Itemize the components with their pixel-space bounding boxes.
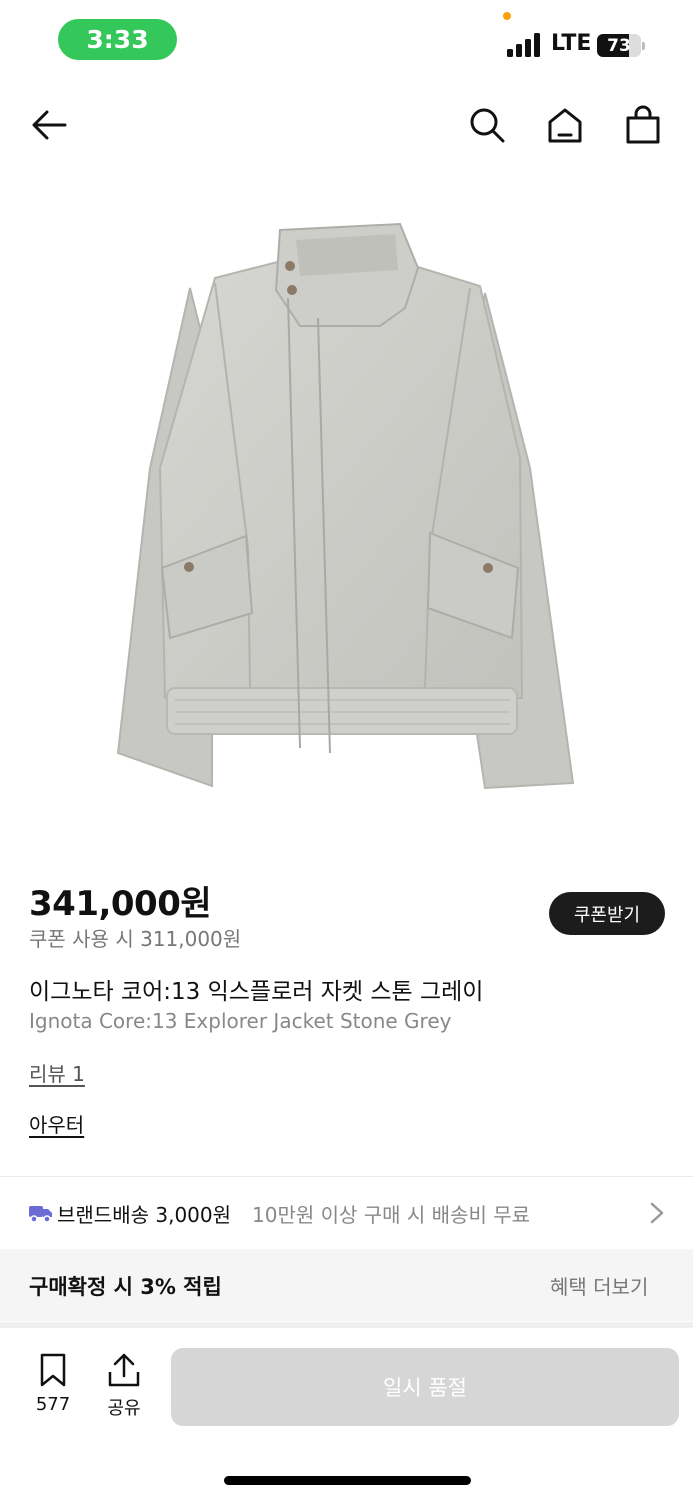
share-icon (108, 1353, 140, 1387)
network-type: LTE (551, 31, 592, 56)
free-shipping-note: 10만원 이상 구매 시 배송비 무료 (252, 1203, 531, 1227)
points-text: 구매확정 시 3% 적립 (29, 1275, 222, 1299)
review-link[interactable]: 리뷰 1 (29, 1058, 85, 1087)
bookmark-count: 577 (35, 1394, 71, 1415)
chevron-right-icon (650, 1202, 664, 1224)
shipping-fee: 브랜드배송 3,000원 (57, 1203, 232, 1227)
home-indicator (224, 1476, 471, 1485)
shopping-bag-icon[interactable] (620, 102, 666, 148)
product-price: 341,000원 (29, 884, 212, 924)
product-title-ko: 이그노타 코어:13 익스플로러 자켓 스톤 그레이 (29, 979, 484, 1005)
points-banner: 구매확정 시 3% 적립 혜택 더보기 (0, 1249, 693, 1321)
status-time: 3:33 (58, 19, 177, 60)
shipping-info-row[interactable]: 브랜드배송 3,000원 10만원 이상 구매 시 배송비 무료 (0, 1177, 693, 1249)
privacy-indicator-dot (503, 12, 511, 20)
bottom-action-bar: 577 공유 일시 품절 (0, 1322, 693, 1500)
category-link[interactable]: 아우터 (29, 1109, 84, 1138)
sold-out-button[interactable]: 일시 품절 (171, 1348, 679, 1426)
truck-icon (29, 1206, 52, 1223)
product-title-en: Ignota Core:13 Explorer Jacket Stone Gre… (29, 1009, 452, 1033)
battery-icon: 73 (597, 34, 645, 57)
share-label: 공유 (107, 1398, 141, 1419)
back-arrow-icon[interactable] (26, 102, 72, 148)
benefit-more-link[interactable]: 혜택 더보기 (550, 1271, 648, 1300)
coupon-price: 쿠폰 사용 시 311,000원 (29, 927, 242, 951)
coupon-button[interactable]: 쿠폰받기 (549, 892, 665, 935)
status-bar: 3:33 LTE 73 (0, 0, 693, 80)
bookmark-button[interactable]: 577 (30, 1352, 76, 1422)
top-nav (0, 90, 693, 160)
bookmark-icon (40, 1353, 66, 1387)
signal-icon (507, 33, 540, 57)
battery-level: 73 (607, 35, 631, 56)
search-icon[interactable] (464, 102, 510, 148)
product-image[interactable] (0, 168, 693, 858)
home-icon[interactable] (542, 102, 588, 148)
share-button[interactable]: 공유 (101, 1352, 147, 1422)
